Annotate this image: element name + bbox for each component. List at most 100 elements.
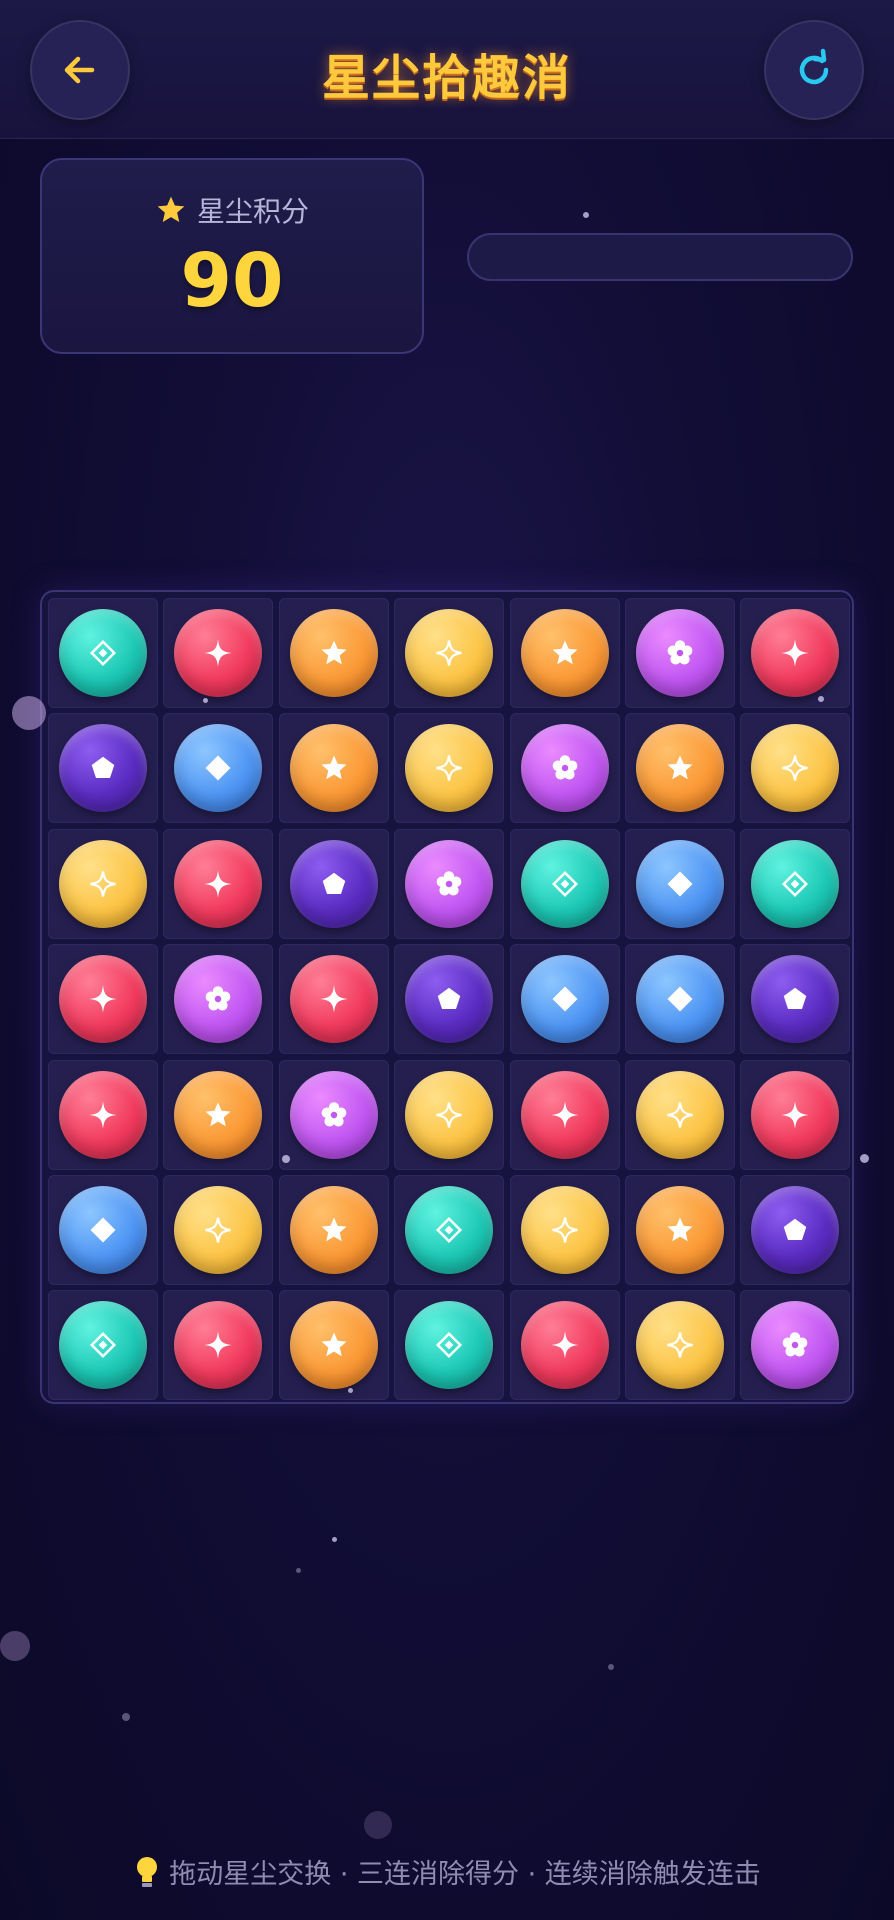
board-cell[interactable] bbox=[509, 1175, 620, 1285]
yellow-gem[interactable] bbox=[636, 1070, 724, 1159]
board-cell[interactable] bbox=[509, 598, 620, 708]
board-cell[interactable] bbox=[278, 828, 389, 939]
red-gem[interactable] bbox=[520, 1070, 609, 1159]
blue-gem[interactable] bbox=[636, 955, 724, 1044]
teal-gem[interactable] bbox=[520, 839, 609, 928]
orange-gem[interactable] bbox=[289, 724, 378, 813]
board-cell[interactable] bbox=[740, 828, 851, 939]
refresh-button[interactable] bbox=[764, 20, 864, 120]
teal-gem[interactable] bbox=[59, 1301, 147, 1390]
board-cell[interactable] bbox=[48, 1175, 158, 1285]
board-cell[interactable] bbox=[163, 828, 274, 939]
board-cell[interactable] bbox=[48, 1290, 158, 1401]
board-cell[interactable] bbox=[163, 1059, 274, 1170]
board-cell[interactable] bbox=[278, 713, 389, 824]
board-cell[interactable] bbox=[509, 944, 620, 1055]
teal-gem[interactable] bbox=[405, 1301, 494, 1390]
board-cell[interactable] bbox=[625, 713, 735, 824]
pink-gem[interactable] bbox=[289, 1070, 378, 1159]
teal-gem[interactable] bbox=[751, 839, 840, 928]
yellow-gem[interactable] bbox=[751, 724, 840, 813]
board-cell[interactable] bbox=[394, 1059, 505, 1170]
board-cell[interactable] bbox=[509, 1059, 620, 1170]
board-cell[interactable] bbox=[625, 1059, 735, 1170]
board-cell[interactable] bbox=[48, 828, 158, 939]
red-gem[interactable] bbox=[174, 839, 263, 928]
blue-gem[interactable] bbox=[59, 1186, 147, 1274]
board-cell[interactable] bbox=[163, 713, 274, 824]
board-cell[interactable] bbox=[48, 944, 158, 1055]
board-cell[interactable] bbox=[163, 944, 274, 1055]
board-cell[interactable] bbox=[625, 1175, 735, 1285]
board-cell[interactable] bbox=[625, 598, 735, 708]
board-cell[interactable] bbox=[625, 1290, 735, 1401]
board-cell[interactable] bbox=[740, 713, 851, 824]
pink-gem[interactable] bbox=[751, 1301, 840, 1390]
board-cell[interactable] bbox=[509, 1290, 620, 1401]
board-cell[interactable] bbox=[278, 598, 389, 708]
orange-gem[interactable] bbox=[636, 724, 724, 813]
pink-gem[interactable] bbox=[636, 609, 724, 697]
red-gem[interactable] bbox=[174, 609, 263, 697]
pink-gem[interactable] bbox=[405, 839, 494, 928]
star-icon bbox=[667, 1217, 693, 1242]
red-gem[interactable] bbox=[751, 609, 840, 697]
purple-gem[interactable] bbox=[405, 955, 494, 1044]
red-gem[interactable] bbox=[59, 955, 147, 1044]
red-gem[interactable] bbox=[174, 1301, 263, 1390]
board-cell[interactable] bbox=[48, 598, 158, 708]
board-cell[interactable] bbox=[163, 1290, 274, 1401]
teal-gem[interactable] bbox=[405, 1186, 494, 1274]
orange-gem[interactable] bbox=[174, 1070, 263, 1159]
yellow-gem[interactable] bbox=[59, 839, 147, 928]
yellow-gem[interactable] bbox=[405, 724, 494, 813]
board-cell[interactable] bbox=[394, 944, 505, 1055]
board-cell[interactable] bbox=[509, 828, 620, 939]
board-cell[interactable] bbox=[625, 828, 735, 939]
blue-gem[interactable] bbox=[636, 839, 724, 928]
teal-gem[interactable] bbox=[59, 609, 147, 697]
board-cell[interactable] bbox=[163, 1175, 274, 1285]
blue-gem[interactable] bbox=[174, 724, 263, 813]
red-gem[interactable] bbox=[520, 1301, 609, 1390]
board-cell[interactable] bbox=[740, 1290, 851, 1401]
board-cell[interactable] bbox=[509, 713, 620, 824]
purple-gem[interactable] bbox=[751, 1186, 840, 1274]
board-cell[interactable] bbox=[163, 598, 274, 708]
purple-gem[interactable] bbox=[289, 839, 378, 928]
board-cell[interactable] bbox=[625, 944, 735, 1055]
orange-gem[interactable] bbox=[636, 1186, 724, 1274]
board-cell[interactable] bbox=[740, 598, 851, 708]
board-cell[interactable] bbox=[278, 1175, 389, 1285]
blue-gem[interactable] bbox=[520, 955, 609, 1044]
board-cell[interactable] bbox=[740, 944, 851, 1055]
pink-gem[interactable] bbox=[520, 724, 609, 813]
yellow-gem[interactable] bbox=[520, 1186, 609, 1274]
yellow-gem[interactable] bbox=[405, 609, 494, 697]
pink-gem[interactable] bbox=[174, 955, 263, 1044]
yellow-gem[interactable] bbox=[174, 1186, 263, 1274]
board-cell[interactable] bbox=[48, 1059, 158, 1170]
purple-gem[interactable] bbox=[751, 955, 840, 1044]
yellow-gem[interactable] bbox=[405, 1070, 494, 1159]
board-cell[interactable] bbox=[394, 598, 505, 708]
board-cell[interactable] bbox=[740, 1175, 851, 1285]
red-gem[interactable] bbox=[59, 1070, 147, 1159]
orange-gem[interactable] bbox=[520, 609, 609, 697]
board-cell[interactable] bbox=[278, 944, 389, 1055]
board-cell[interactable] bbox=[394, 713, 505, 824]
board-cell[interactable] bbox=[394, 1290, 505, 1401]
orange-gem[interactable] bbox=[289, 1186, 378, 1274]
orange-gem[interactable] bbox=[289, 1301, 378, 1390]
board-cell[interactable] bbox=[278, 1059, 389, 1170]
red-gem[interactable] bbox=[289, 955, 378, 1044]
board-cell[interactable] bbox=[278, 1290, 389, 1401]
board-cell[interactable] bbox=[48, 713, 158, 824]
yellow-gem[interactable] bbox=[636, 1301, 724, 1390]
orange-gem[interactable] bbox=[289, 609, 378, 697]
board-cell[interactable] bbox=[740, 1059, 851, 1170]
red-gem[interactable] bbox=[751, 1070, 840, 1159]
purple-gem[interactable] bbox=[59, 724, 147, 813]
board-cell[interactable] bbox=[394, 828, 505, 939]
board-cell[interactable] bbox=[394, 1175, 505, 1285]
